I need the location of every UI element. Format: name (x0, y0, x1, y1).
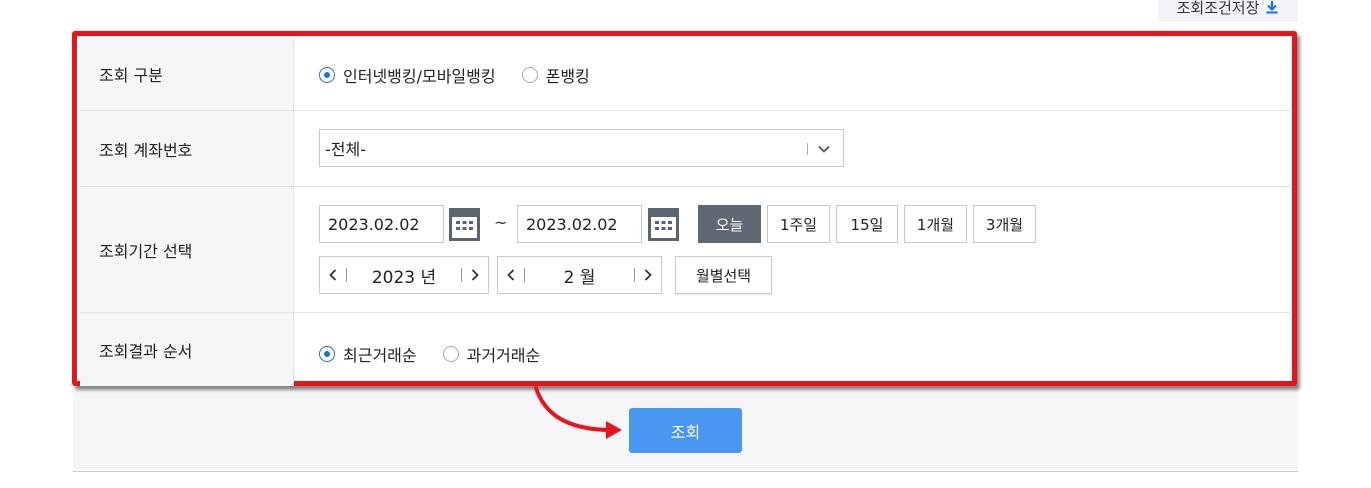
year-stepper: 2023 년 (319, 256, 489, 294)
order-radio-group: 최근거래순 과거거래순 (319, 342, 566, 366)
start-date-value: 2023.02.02 (328, 214, 420, 234)
radio-internet-mobile-label[interactable]: 인터넷뱅킹/모바일뱅킹 (343, 63, 496, 87)
radio-recent-first-label[interactable]: 최근거래순 (343, 342, 417, 366)
year-next-button[interactable] (462, 257, 488, 293)
order-row: 조회결과 순서 최근거래순 과거거래순 (80, 313, 1290, 386)
select-separator (807, 143, 808, 155)
period-3months-button[interactable]: 3개월 (973, 205, 1036, 243)
radio-recent-first[interactable] (319, 346, 335, 362)
save-conditions-label: 조회조건저장 (1176, 0, 1260, 17)
account-label: 조회 계좌번호 (80, 111, 294, 186)
download-icon (1266, 1, 1278, 14)
inquiry-type-radio-group: 인터넷뱅킹/모바일뱅킹 폰뱅킹 (319, 63, 616, 87)
year-value: 2023 년 (371, 267, 437, 288)
calendar-icon[interactable] (648, 208, 679, 241)
chevron-right-icon (471, 269, 479, 281)
radio-oldest-first[interactable] (442, 346, 459, 362)
curved-arrow-icon (534, 386, 622, 439)
panel-bottom-divider (73, 471, 1298, 472)
period-row: 조회기간 선택 2023.02.02 ~ 2023.02.02 오늘 1주일 1… (80, 187, 1290, 313)
period-1month-button[interactable]: 1개월 (904, 205, 967, 243)
period-15days-button[interactable]: 15일 (836, 205, 898, 243)
chevron-right-icon (644, 269, 652, 281)
month-next-button[interactable] (635, 257, 661, 293)
calendar-icon[interactable] (449, 208, 480, 241)
period-today-button[interactable]: 오늘 (698, 205, 761, 243)
chevron-left-icon (507, 269, 515, 281)
inquiry-type-row: 조회 구분 인터넷뱅킹/모바일뱅킹 폰뱅킹 (80, 38, 1290, 111)
period-1week-button[interactable]: 1주일 (767, 205, 830, 243)
order-label: 조회결과 순서 (80, 313, 294, 386)
end-date-value: 2023.02.02 (526, 214, 618, 234)
month-value: 2 월 (563, 267, 596, 288)
date-range-tilde: ~ (494, 213, 508, 232)
account-select[interactable]: -전체- (319, 129, 844, 167)
account-select-value: -전체- (325, 140, 366, 159)
inquiry-type-label: 조회 구분 (80, 38, 294, 110)
radio-phone-banking-label[interactable]: 폰뱅킹 (546, 63, 590, 87)
month-prev-button[interactable] (498, 257, 524, 293)
radio-internet-mobile[interactable] (319, 67, 335, 83)
month-stepper: 2 월 (497, 256, 662, 294)
save-conditions-button[interactable]: 조회조건저장 (1158, 0, 1298, 22)
start-date-input[interactable]: 2023.02.02 (319, 205, 444, 243)
radio-phone-banking[interactable] (521, 67, 538, 83)
end-date-input[interactable]: 2023.02.02 (517, 205, 642, 243)
period-label: 조회기간 선택 (80, 187, 294, 312)
month-select-button[interactable]: 월별선택 (675, 256, 772, 294)
year-prev-button[interactable] (320, 257, 346, 293)
search-button[interactable]: 조회 (629, 408, 742, 453)
account-row: 조회 계좌번호 -전체- (80, 111, 1290, 187)
chevron-left-icon (329, 269, 337, 281)
radio-oldest-first-label[interactable]: 과거거래순 (467, 342, 541, 366)
chevron-down-icon (818, 145, 830, 153)
